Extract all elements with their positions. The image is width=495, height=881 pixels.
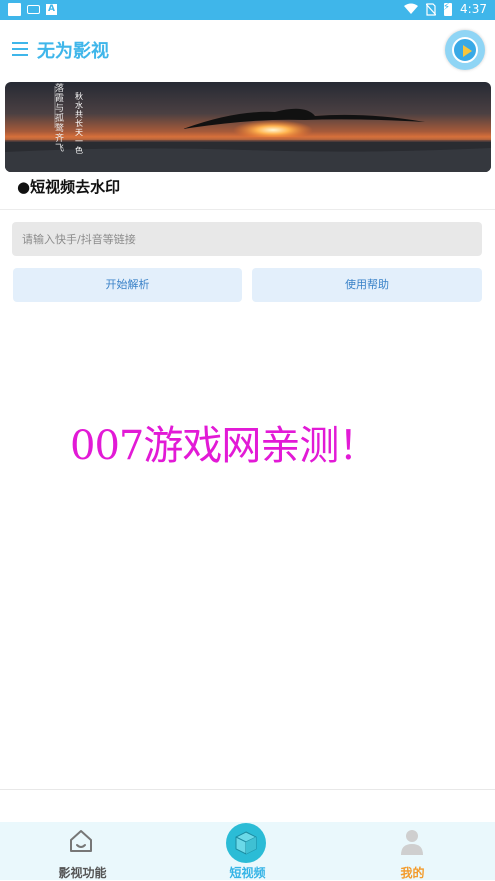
content-bottom-divider [0,789,495,790]
status-bar: A ⚡ 4:37 [0,0,495,20]
status-bar-system: ⚡ 4:37 [404,2,487,16]
tab-label: 我的 [400,866,425,880]
play-circle-icon [452,37,478,63]
wifi-icon [404,3,419,14]
bottom-tab-bar: 影视功能 短视频 我的 [0,822,495,880]
notification-app-icon [8,3,21,16]
battery-charging-glyph: ⚡ [443,1,451,13]
cube-icon [226,823,266,863]
section-title: ●短视频去水印 [17,178,121,196]
play-circle-button[interactable] [445,30,485,70]
keyboard-icon [27,5,40,14]
section-divider [0,209,495,210]
video-url-input[interactable] [12,222,482,256]
tab-mine[interactable]: 我的 [330,822,495,880]
tab-label: 短视频 [229,866,266,880]
home-icon [70,830,92,852]
start-parse-button[interactable]: 开始解析 [13,268,242,302]
app-header: 无为影视 [0,20,495,80]
sunset-banner[interactable]: 落霞与孤鹜齐飞 秋水共长天一色 [5,82,491,172]
tab-video-features[interactable]: 影视功能 [0,822,165,880]
a-notification-icon: A [46,4,57,15]
tab-short-video[interactable]: 短视频 [165,822,330,880]
person-icon [401,830,423,855]
menu-icon[interactable] [12,42,28,56]
status-time: 4:37 [460,2,487,16]
site-watermark: 007游戏网亲测！ [70,423,378,469]
status-bar-notifications: A [8,3,57,16]
help-button[interactable]: 使用帮助 [252,268,482,302]
tab-label: 影视功能 [58,866,107,880]
banner-poem-left: 落霞与孤鹜齐飞 [55,84,65,154]
banner-poem-right: 秋水共长天一色 [75,92,83,155]
no-sim-icon [426,2,437,16]
battery-icon: ⚡ [443,1,453,16]
app-title: 无为影视 [37,41,109,62]
